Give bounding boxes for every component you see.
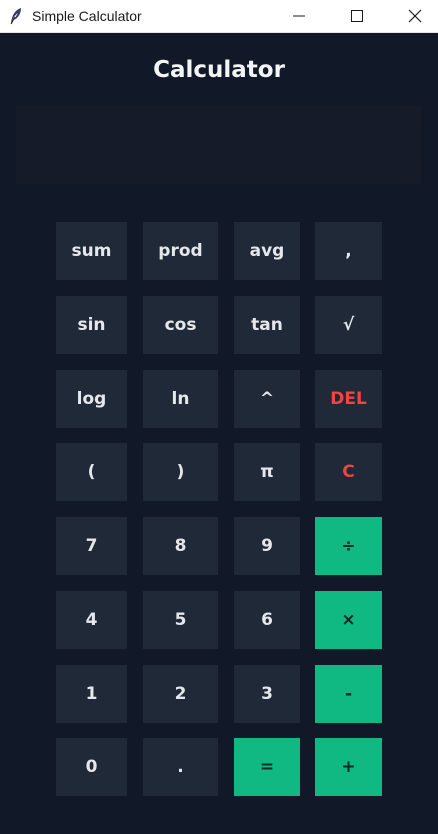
feather-icon [9, 7, 23, 25]
sqrt-button[interactable]: √ [315, 296, 382, 354]
subtract-button[interactable]: - [315, 665, 382, 723]
calculator-window: Simple Calculator Calculator sum prod av… [0, 0, 438, 834]
open-paren-button[interactable]: ( [56, 443, 127, 501]
cos-button[interactable]: cos [143, 296, 218, 354]
digit-5-button[interactable]: 5 [143, 591, 218, 649]
window-title: Simple Calculator [32, 8, 142, 24]
digit-4-button[interactable]: 4 [56, 591, 127, 649]
add-button[interactable]: + [315, 738, 382, 796]
sin-button[interactable]: sin [56, 296, 127, 354]
maximize-icon [351, 10, 363, 22]
digit-6-button[interactable]: 6 [234, 591, 300, 649]
digit-7-button[interactable]: 7 [56, 517, 127, 575]
log-button[interactable]: log [56, 370, 127, 428]
sum-button[interactable]: sum [56, 222, 127, 280]
prod-button[interactable]: prod [143, 222, 218, 280]
digit-8-button[interactable]: 8 [143, 517, 218, 575]
digit-1-button[interactable]: 1 [56, 665, 127, 723]
minimize-icon [293, 15, 305, 17]
digit-3-button[interactable]: 3 [234, 665, 300, 723]
calculator-display[interactable] [16, 106, 421, 184]
close-paren-button[interactable]: ) [143, 443, 218, 501]
clear-button[interactable]: C [315, 443, 382, 501]
tan-button[interactable]: tan [234, 296, 300, 354]
equals-button[interactable]: = [234, 738, 300, 796]
page-title: Calculator [153, 57, 285, 83]
power-button[interactable]: ^ [234, 370, 300, 428]
divide-button[interactable]: ÷ [315, 517, 382, 575]
avg-button[interactable]: avg [234, 222, 300, 280]
close-icon [408, 9, 422, 23]
digit-2-button[interactable]: 2 [143, 665, 218, 723]
multiply-button[interactable]: × [315, 591, 382, 649]
delete-button[interactable]: DEL [315, 370, 382, 428]
maximize-button[interactable] [334, 0, 380, 33]
digit-9-button[interactable]: 9 [234, 517, 300, 575]
pi-button[interactable]: π [234, 443, 300, 501]
close-button[interactable] [392, 0, 438, 33]
digit-0-button[interactable]: 0 [56, 738, 127, 796]
decimal-point-button[interactable]: . [143, 738, 218, 796]
comma-button[interactable]: , [315, 222, 382, 280]
minimize-button[interactable] [276, 0, 322, 33]
title-bar: Simple Calculator [0, 0, 438, 33]
ln-button[interactable]: ln [143, 370, 218, 428]
